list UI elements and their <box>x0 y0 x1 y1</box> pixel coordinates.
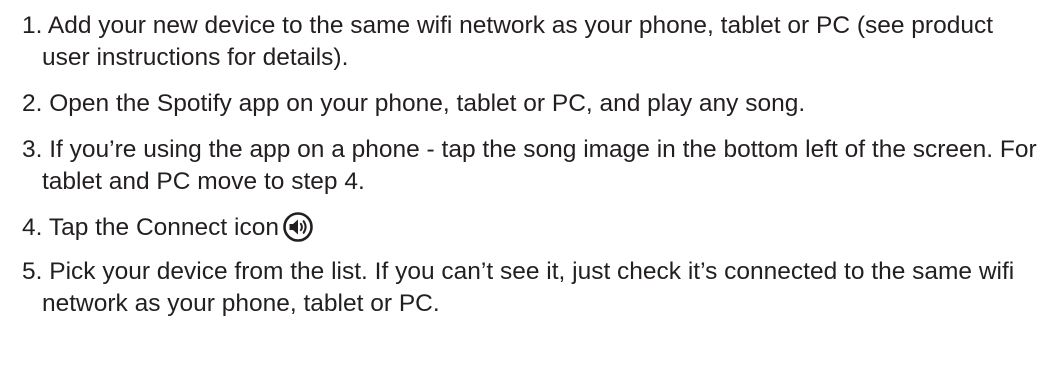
step-number: 1. <box>22 12 43 39</box>
step-number: 3. <box>22 136 43 163</box>
step-4: 4. Tap the Connect icon <box>22 212 1042 244</box>
step-3: 3. If you’re using the app on a phone - … <box>22 134 1042 198</box>
instruction-steps: 1. Add your new device to the same wifi … <box>22 10 1042 334</box>
speaker-connect-icon <box>283 212 313 242</box>
step-number: 2. <box>22 90 43 117</box>
step-2: 2. Open the Spotify app on your phone, t… <box>22 88 1042 120</box>
step-text: Pick your device from the list. If you c… <box>42 258 1015 317</box>
step-number: 4. <box>22 214 43 241</box>
step-text: If you’re using the app on a phone - tap… <box>42 136 1037 195</box>
step-text: Open the Spotify app on your phone, tabl… <box>49 90 806 117</box>
step-number: 5. <box>22 258 43 285</box>
step-text: Add your new device to the same wifi net… <box>42 12 994 71</box>
step-text: Tap the Connect icon <box>48 214 279 241</box>
step-5: 5. Pick your device from the list. If yo… <box>22 256 1042 320</box>
step-1: 1. Add your new device to the same wifi … <box>22 10 1042 74</box>
